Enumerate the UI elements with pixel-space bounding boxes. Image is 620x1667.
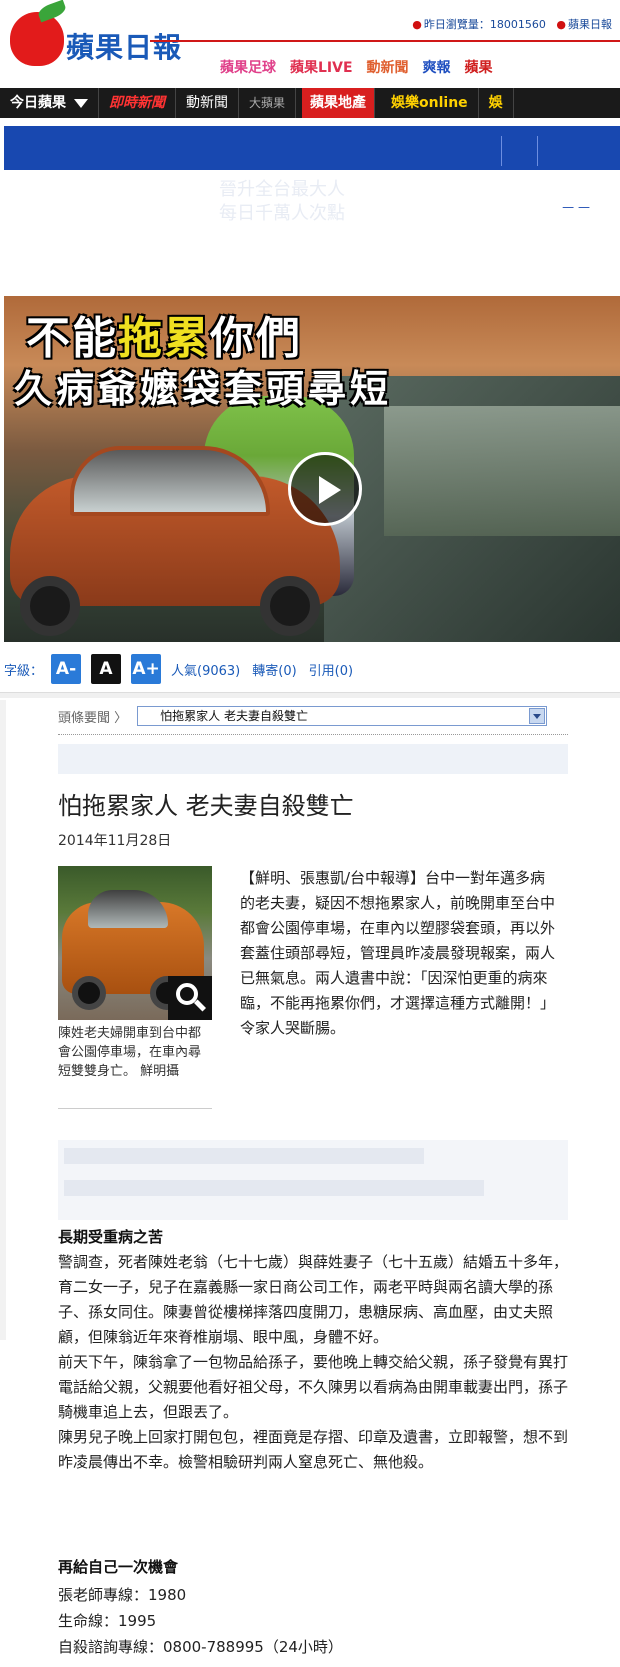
ad-banner[interactable]	[4, 126, 620, 170]
caret-down-icon	[74, 98, 88, 108]
section-divider	[0, 692, 620, 698]
caption-divider	[58, 1108, 212, 1109]
ad-strip	[58, 744, 568, 774]
article-paragraph: 警調查，死者陳姓老翁（七十七歲）與薛姓妻子（七十五歲）結婚五十多年，育二女一子，…	[58, 1253, 569, 1346]
cite-link[interactable]: 引用(0)	[309, 660, 353, 679]
main-nav: 今日蘋果 即時新聞 動新聞 大蘋果 蘋果地產 娛樂online 娛	[0, 88, 620, 118]
article-subhead: 長期受重病之苦	[58, 1228, 164, 1246]
hotline-item: 自殺諮詢專線：0800-788995（24小時）	[58, 1638, 343, 1656]
photo-caption: 陳姓老夫婦開車到台中都會公園停車場，在車內尋短雙雙身亡。 鮮明攝	[58, 1026, 202, 1079]
logo-text: 蘋果日報	[66, 31, 183, 64]
ad-banner-lower[interactable]: 晉升全台最大人 每日千萬人次點 — —	[4, 170, 620, 288]
bullet-icon: ●	[556, 18, 566, 31]
nav-more[interactable]: 娛	[479, 88, 514, 118]
font-size-label: 字級：	[4, 663, 44, 679]
link-apple-football[interactable]: 蘋果足球	[220, 57, 276, 77]
article-paragraph: 前天下午，陳翁拿了一包物品給孫子，要他晚上轉交給父親，孫子發覺有異打電話給父親，…	[58, 1353, 569, 1421]
article-title: 怕拖累家人 老夫妻自殺雙亡	[58, 792, 354, 820]
video-player[interactable]: 不能拖累你們 久病爺嬤袋套頭尋短	[4, 296, 620, 642]
zoom-icon[interactable]	[168, 976, 212, 1020]
link-apple-more[interactable]: 蘋果	[465, 57, 493, 77]
article-date: 2014年11月28日	[58, 833, 172, 849]
visitor-count: 昨日瀏覽量：18001560	[423, 18, 546, 31]
link-action-news[interactable]: 動新聞	[367, 57, 409, 77]
link-apple-live[interactable]: 蘋果LIVE	[290, 57, 353, 77]
article-photo[interactable]	[58, 866, 212, 1020]
nav-realtime[interactable]: 即時新聞	[99, 88, 176, 118]
ad-divider	[537, 136, 538, 166]
hotline-item: 張老師專線：1980	[58, 1586, 187, 1604]
site-header: 蘋果日報 ● 昨日瀏覽量：18001560 ● 蘋果日報 蘋果足球 蘋果LIVE 動…	[0, 0, 620, 88]
site-logo[interactable]: 蘋果日報	[4, 0, 204, 68]
article-lead: 【鮮明、張惠凱/台中報導】台中一對年邁多病的老夫妻，疑因不想拖累家人，前晚開車至…	[240, 869, 556, 1037]
font-larger-button[interactable]: A+	[131, 654, 162, 684]
breadcrumb: 頭條要聞 〉 怕拖累家人 老夫妻自殺雙亡	[58, 704, 558, 728]
ad-divider	[501, 136, 502, 166]
article-select[interactable]: 怕拖累家人 老夫妻自殺雙亡	[137, 706, 548, 726]
forward-link[interactable]: 轉寄(0)	[252, 660, 296, 679]
breadcrumb-section[interactable]: 頭條要聞 〉	[58, 707, 127, 726]
video-caption-line2: 久病爺嬤袋套頭尋短	[14, 366, 393, 411]
video-caption-line1: 不能拖累你們	[26, 313, 302, 364]
hotline-list: 張老師專線：1980 生命線：1995 自殺諮詢專線：0800-788995（2…	[58, 1582, 343, 1660]
hotline-heading: 再給自己一次機會	[58, 1558, 179, 1576]
dotted-divider	[58, 734, 568, 735]
top-right-info: ● 昨日瀏覽量：18001560 ● 蘋果日報	[412, 16, 612, 32]
nav-real-estate[interactable]: 蘋果地產	[302, 88, 376, 118]
font-smaller-button[interactable]: A-	[51, 654, 82, 684]
top-right-link[interactable]: 蘋果日報	[568, 18, 612, 31]
article-toolbar: 字級： A- A A+ 人氣(9063) 轉寄(0) 引用(0)	[4, 652, 620, 686]
ad-dash: — —	[562, 200, 590, 214]
hotline-item: 生命線：1995	[58, 1612, 157, 1630]
video-car	[10, 436, 340, 636]
bullet-icon: ●	[412, 18, 422, 31]
nav-action-news[interactable]: 動新聞	[176, 88, 239, 118]
nav-big-apple[interactable]: 大蘋果	[239, 88, 297, 118]
chevron-down-icon[interactable]	[529, 708, 546, 724]
partner-links: 蘋果足球 蘋果LIVE 動新聞 爽報 蘋果	[220, 52, 620, 82]
play-icon[interactable]	[288, 452, 362, 526]
apple-icon	[10, 12, 64, 66]
popularity-count: 人氣(9063)	[171, 663, 241, 679]
inline-ad	[58, 1140, 568, 1220]
font-normal-button[interactable]: A	[91, 654, 122, 684]
header-divider	[150, 40, 620, 42]
nav-entertainment[interactable]: 娛樂online	[381, 88, 479, 118]
article-select-value: 怕拖累家人 老夫妻自殺雙亡	[160, 709, 308, 723]
nav-home-label: 今日蘋果	[10, 95, 66, 111]
nav-today-apple[interactable]: 今日蘋果	[0, 88, 99, 118]
article-body: 警調查，死者陳姓老翁（七十七歲）與薛姓妻子（七十五歲）結婚五十多年，育二女一子，…	[58, 1250, 568, 1475]
link-sharp-daily[interactable]: 爽報	[423, 57, 451, 77]
article-paragraph: 陳男兒子晚上回家打開包包，裡面竟是存摺、印章及遺書，立即報警，想不到昨凌晨傳出不…	[58, 1428, 569, 1471]
left-strip	[0, 700, 6, 1340]
ad-ghost-text: 晉升全台最大人 每日千萬人次點	[219, 179, 345, 224]
